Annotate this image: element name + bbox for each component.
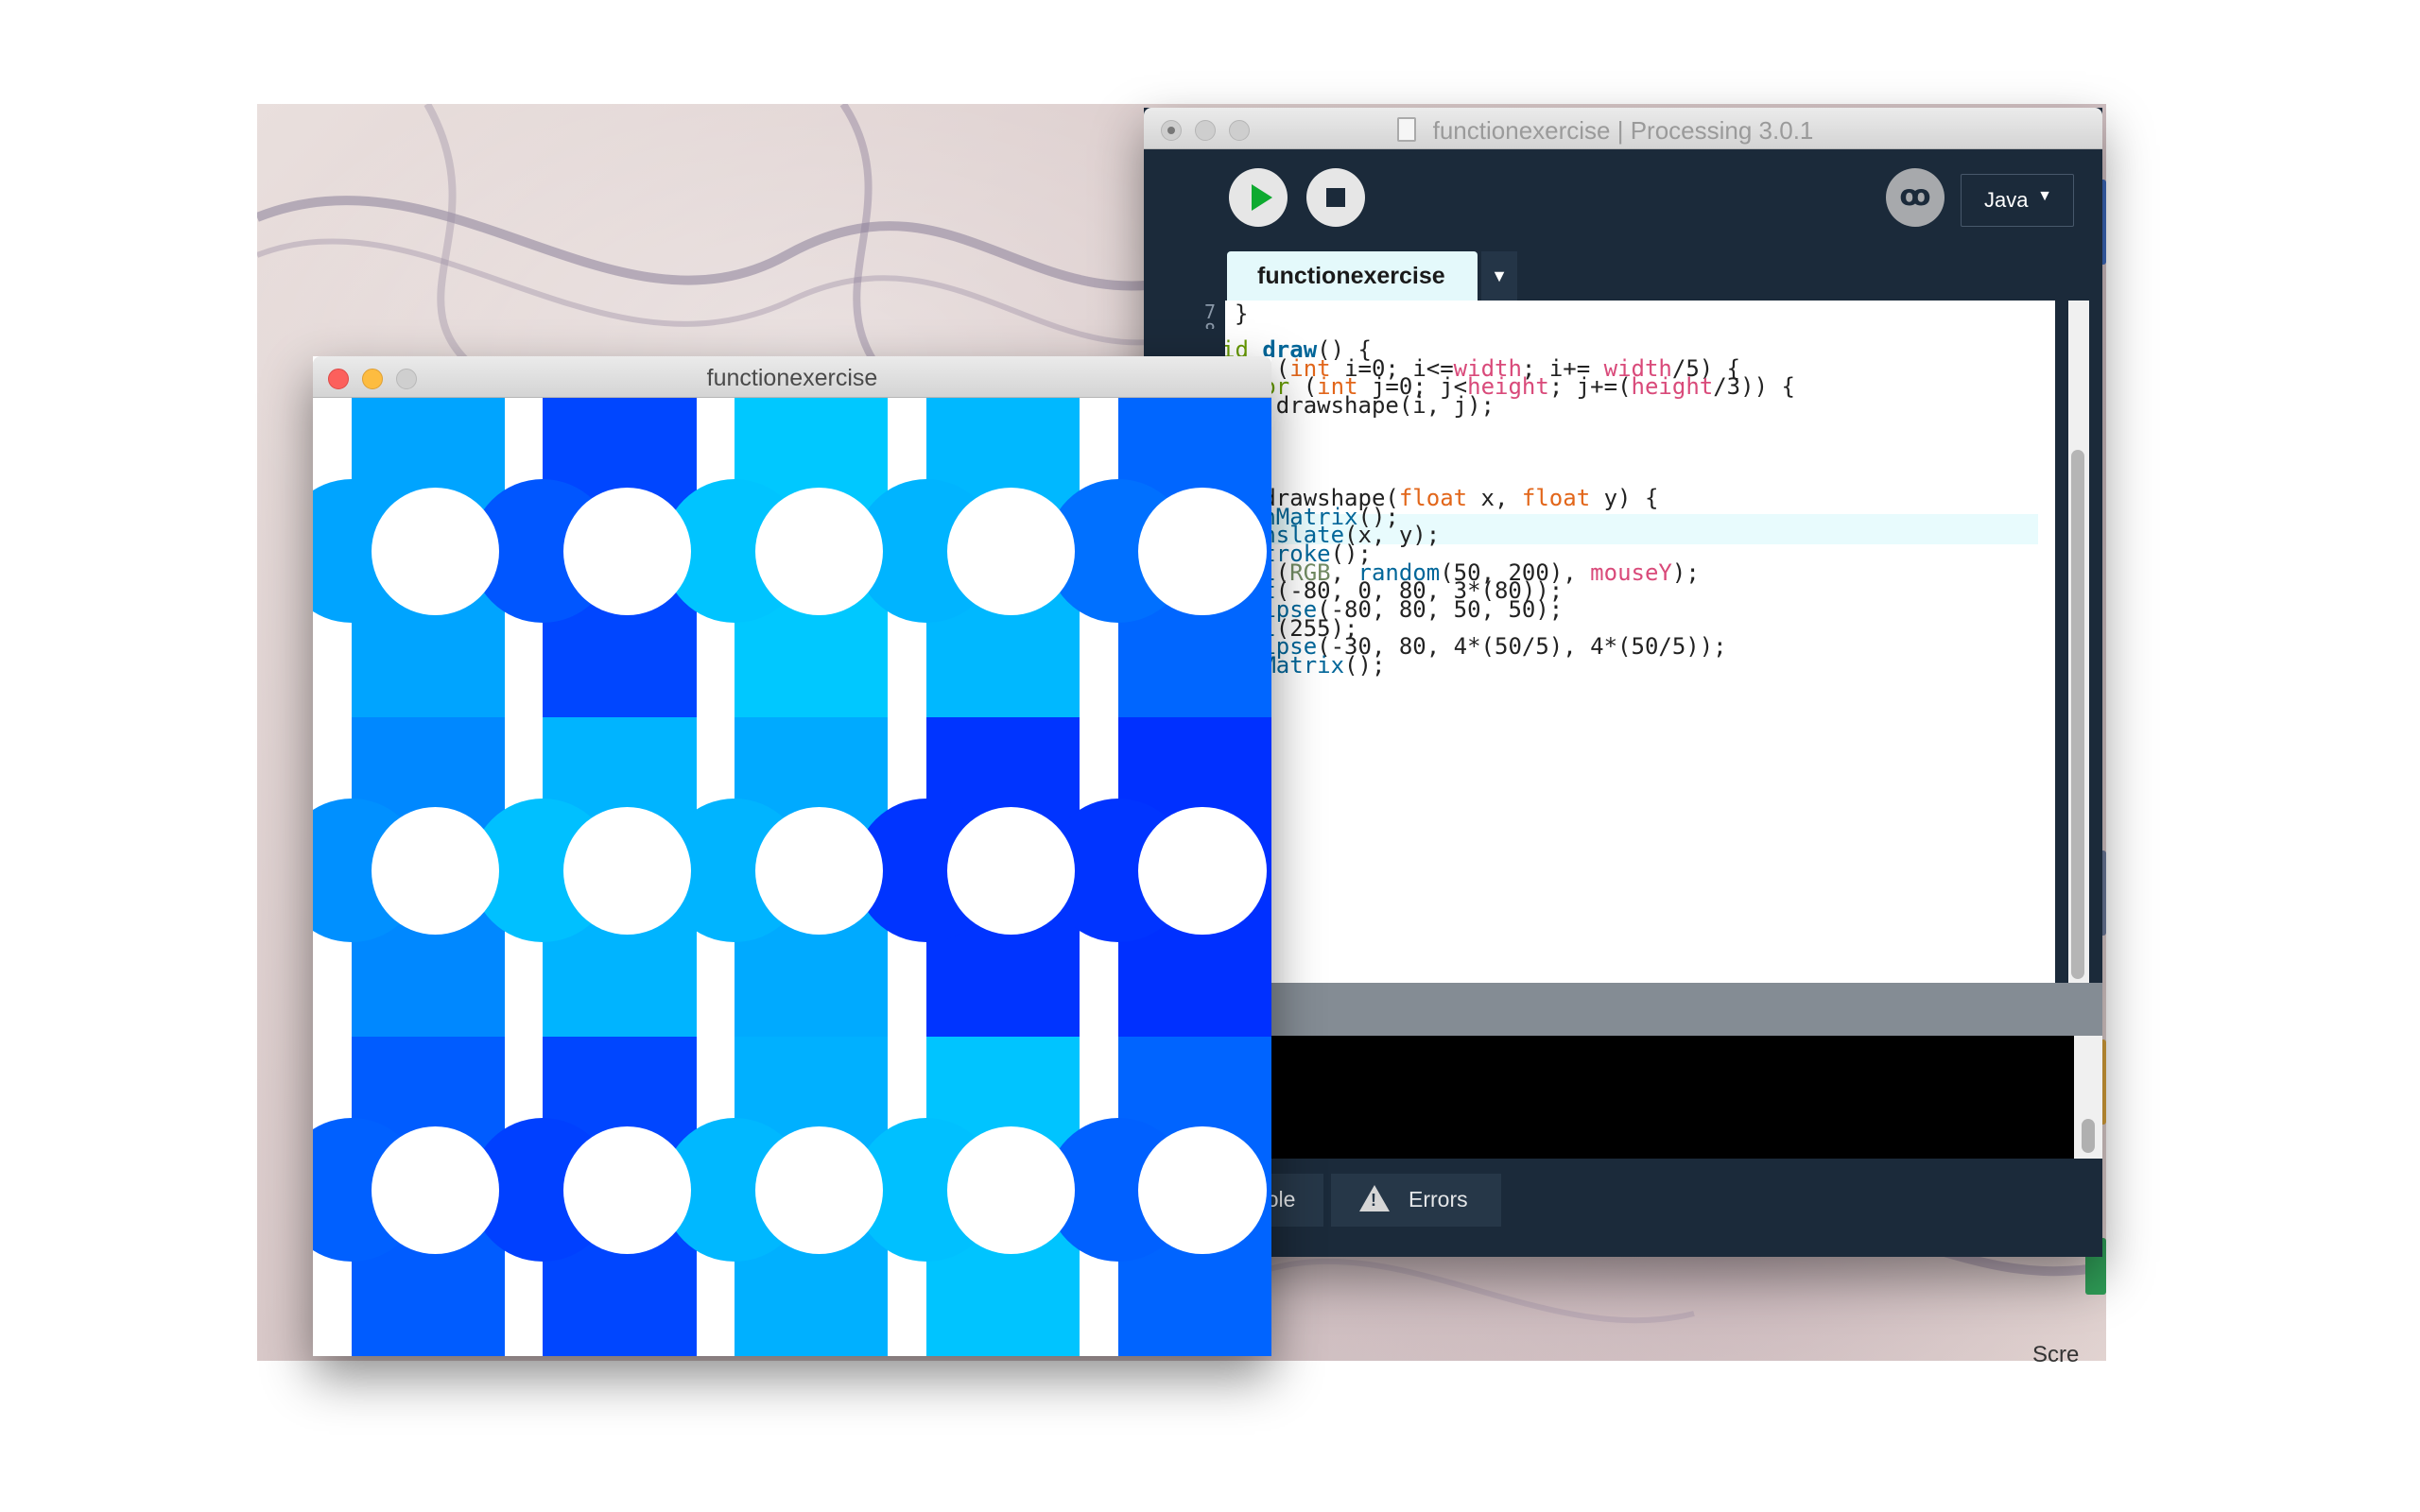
pattern-white-circle	[946, 1125, 1075, 1254]
editor-scrollbar[interactable]	[2055, 301, 2102, 983]
pattern-white-circle	[372, 487, 500, 615]
tab-errors-label: Errors	[1409, 1187, 1468, 1211]
pattern-white-circle	[754, 806, 883, 935]
scrollbar-thumb[interactable]	[2071, 450, 2084, 979]
pattern-white-circle	[372, 806, 500, 935]
pattern-white-circle	[562, 1125, 692, 1254]
sketch-titlebar[interactable]: functionexercise	[313, 356, 1271, 398]
pattern-white-circle	[562, 487, 692, 615]
pattern-white-circle	[562, 806, 692, 935]
chevron-down-icon: ▼	[2037, 188, 2052, 204]
pattern-white-circle	[1138, 1125, 1267, 1254]
code-editor[interactable]: } id draw() { for (int i=0; i<=width; i+…	[1225, 301, 2055, 983]
pattern-white-circle	[754, 487, 883, 615]
debug-button[interactable]: ꝏ	[1886, 168, 1945, 227]
sketch-window-title: functionexercise	[706, 365, 878, 391]
pattern-white-circle	[1138, 487, 1267, 615]
stop-button[interactable]	[1306, 168, 1365, 227]
sketch-window[interactable]: functionexercise	[313, 356, 1271, 1356]
line-number: 8	[1204, 319, 1216, 329]
warning-icon	[1359, 1185, 1390, 1211]
pattern-white-circle	[372, 1125, 500, 1254]
tab-label: functionexercise	[1257, 263, 1445, 289]
ide-toolbar: ꝏ Java ▼	[1144, 149, 2102, 248]
console-output[interactable]	[1144, 1036, 2074, 1159]
scrollbar-thumb[interactable]	[2082, 1119, 2095, 1153]
mode-label: Java	[1984, 188, 2029, 212]
editor-tab-bar: functionexercise ▼	[1144, 248, 2102, 301]
stop-icon	[1326, 188, 1345, 207]
console-divider[interactable]	[1144, 983, 2102, 1036]
mode-selector[interactable]: Java ▼	[1961, 174, 2074, 227]
pattern-white-circle	[946, 487, 1075, 615]
pattern-white-circle	[754, 1125, 883, 1254]
sketch-canvas[interactable]	[313, 398, 1271, 1356]
ide-footer: Console Errors	[1144, 1159, 2102, 1257]
desktop-icon-label: Scre	[2032, 1342, 2080, 1367]
run-button[interactable]	[1229, 168, 1288, 227]
processing-ide-window[interactable]: functionexercise | Processing 3.0.1 ꝏ Ja…	[1144, 108, 2102, 1257]
console-scrollbar[interactable]	[2074, 1036, 2102, 1159]
tab-functionexercise[interactable]: functionexercise	[1227, 251, 1478, 301]
play-icon	[1252, 184, 1272, 211]
tab-menu-button[interactable]: ▼	[1481, 251, 1517, 301]
pattern-white-circle	[946, 806, 1075, 935]
debug-icon: ꝏ	[1899, 180, 1931, 213]
ide-titlebar[interactable]: functionexercise | Processing 3.0.1	[1144, 108, 2102, 149]
ide-window-title: functionexercise | Processing 3.0.1	[1432, 116, 1814, 145]
tab-errors[interactable]: Errors	[1331, 1174, 1501, 1227]
chevron-down-icon: ▼	[1491, 266, 1508, 285]
code-line[interactable]: }	[1235, 301, 1248, 327]
pattern-white-circle	[1138, 806, 1267, 935]
